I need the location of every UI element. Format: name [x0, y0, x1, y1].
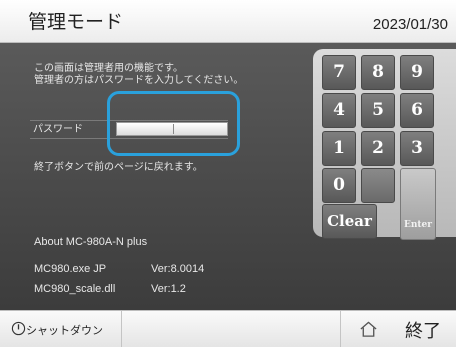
end-button[interactable]: 終了 [340, 311, 456, 347]
about-text: About MC-980A-N plus [34, 236, 148, 248]
end-label: 終了 [405, 321, 441, 342]
date-display: 2023/01/30 [372, 16, 448, 33]
key-clear[interactable]: Clear [322, 204, 377, 239]
file-name-dll: MC980_scale.dll [34, 283, 116, 295]
key-3[interactable]: 3 [400, 131, 434, 166]
file-version-exe: Ver:8.0014 [151, 263, 205, 275]
password-highlight-ring [107, 91, 240, 156]
end-button-hint: 終了ボタンで前のページに戻れます。 [34, 162, 203, 173]
footer-bar: シャットダウン 終了 [0, 310, 456, 347]
key-enter[interactable]: Enter [400, 168, 436, 240]
file-version-dll: Ver:1.2 [151, 283, 186, 295]
key-5[interactable]: 5 [361, 93, 395, 128]
file-name-exe: MC980.exe JP [34, 263, 107, 275]
key-blank[interactable] [361, 168, 395, 203]
key-0[interactable]: 0 [322, 168, 356, 203]
admin-mode-screen: 管理モード 2023/01/30 この画面は管理者用の機能です。 管理者の方はパ… [0, 0, 456, 347]
key-9[interactable]: 9 [400, 55, 434, 90]
key-4[interactable]: 4 [322, 93, 356, 128]
shutdown-button[interactable]: シャットダウン [0, 311, 122, 347]
admin-message-line2: 管理者の方はパスワードを入力してください。 [34, 75, 244, 86]
page-title: 管理モード [28, 11, 124, 33]
home-icon [360, 321, 377, 337]
key-6[interactable]: 6 [400, 93, 434, 128]
key-1[interactable]: 1 [322, 131, 356, 166]
password-label: パスワード [33, 124, 83, 135]
key-8[interactable]: 8 [361, 55, 395, 90]
power-icon [11, 321, 26, 336]
shutdown-label: シャットダウン [26, 324, 103, 337]
key-7[interactable]: 7 [322, 55, 356, 90]
key-2[interactable]: 2 [361, 131, 395, 166]
header-bar: 管理モード 2023/01/30 [0, 0, 456, 43]
numeric-keypad: 7 8 9 4 5 6 1 2 3 0 Enter Clear [313, 49, 456, 240]
